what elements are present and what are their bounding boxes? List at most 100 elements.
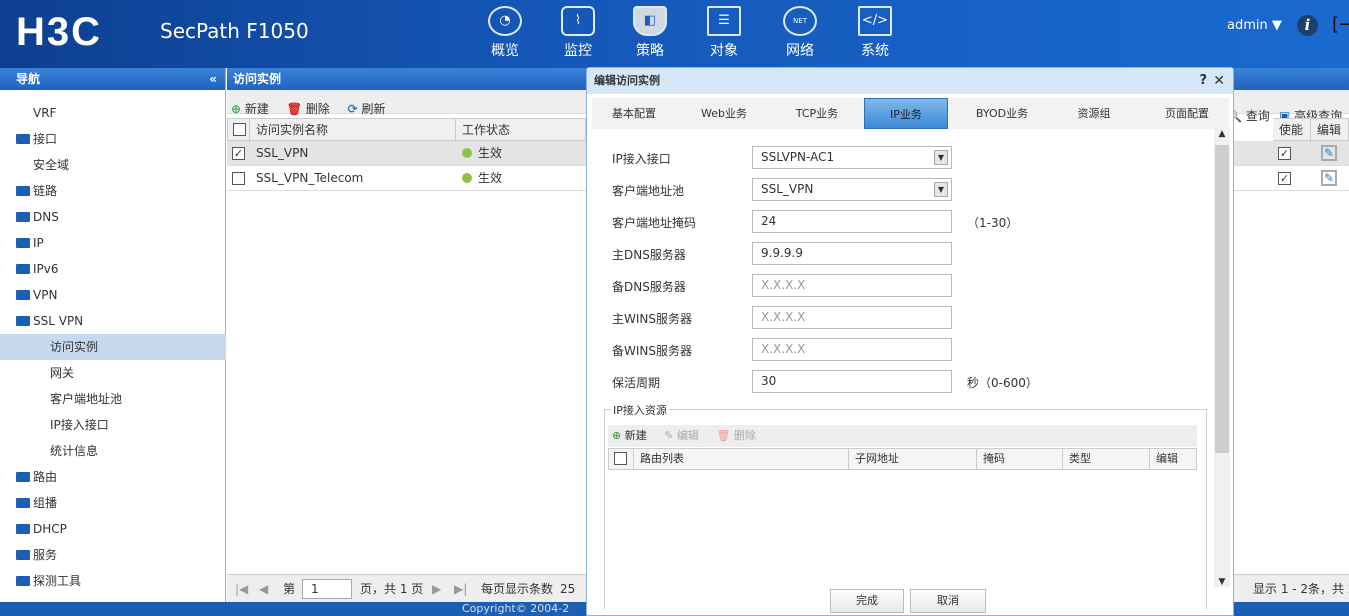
next-page-icon[interactable]: ▶ [432, 575, 441, 603]
label: 刷新 [361, 102, 386, 116]
last-page-icon[interactable]: ▶| [454, 575, 467, 603]
nav-item-ipv6[interactable]: IPv6 [0, 256, 226, 282]
tab-tcp[interactable]: TCP业务 [775, 98, 859, 129]
secondary-wins-input[interactable]: X.X.X.X [752, 338, 952, 361]
nav-item-ip[interactable]: IP [0, 230, 226, 256]
tab-basic[interactable]: 基本配置 [592, 98, 676, 129]
per-page-select[interactable]: 25 [560, 575, 575, 603]
resource-new-button[interactable]: ⊕ 新建 [612, 429, 647, 442]
refresh-button[interactable]: ⟳ 刷新 [348, 95, 386, 117]
column-header-status[interactable]: 工作状态 [456, 118, 586, 141]
select-all-checkbox[interactable] [614, 452, 627, 465]
module-network[interactable]: NET 网络 [770, 6, 830, 60]
row-checkbox[interactable] [232, 172, 245, 185]
client-pool-select[interactable]: SSL_VPN ▼ [752, 178, 952, 201]
module-object[interactable]: ☰ 对象 [694, 6, 754, 60]
column-mask: 掩码 [976, 449, 1062, 469]
prev-page-icon[interactable]: ◀ [259, 575, 268, 603]
cancel-button[interactable]: 取消 [910, 589, 986, 613]
plus-icon: ⊕ [231, 102, 242, 116]
top-header: H3C SecPath F1050 ◔ 概览 ⌇ 监控 ◧ 策略 ☰ 对象 NET 网络 … [0, 0, 1349, 68]
help-icon[interactable]: ? [1199, 68, 1207, 94]
dialog-scrollbar[interactable]: ▲ ▼ [1214, 129, 1230, 587]
new-button[interactable]: ⊕ 新建 [231, 95, 269, 117]
field-label: 备DNS服务器 [612, 280, 686, 294]
module-system[interactable]: </> 系统 [845, 6, 905, 60]
field-label: 主WINS服务器 [612, 312, 692, 326]
refresh-icon: ⟳ [347, 102, 358, 116]
nav-item-probe-tools[interactable]: 探测工具 [0, 568, 226, 594]
field-label: 客户端地址池 [612, 184, 685, 198]
label: 新建 [624, 429, 647, 442]
collapse-icon[interactable]: « [209, 68, 217, 90]
module-monitor[interactable]: ⌇ 监控 [548, 6, 608, 60]
tab-ip[interactable]: IP业务 [864, 98, 948, 129]
nav-item-interface[interactable]: 接口 [0, 126, 226, 152]
delete-button[interactable]: 🗑 删除 [287, 95, 330, 117]
scroll-down-icon[interactable]: ▼ [1214, 577, 1230, 587]
nav-item-ip-access-interface[interactable]: IP接入接口 [0, 412, 226, 438]
tab-page-config[interactable]: 页面配置 [1145, 98, 1229, 129]
module-overview[interactable]: ◔ 概览 [475, 6, 535, 60]
module-label: 对象 [710, 43, 738, 59]
done-button[interactable]: 完成 [830, 589, 904, 613]
tab-byod[interactable]: BYOD业务 [960, 98, 1044, 129]
nav-item-vpn[interactable]: VPN [0, 282, 226, 308]
nav-item-dns[interactable]: DNS [0, 204, 226, 230]
edit-icon[interactable]: ✎ [1321, 170, 1337, 186]
nav-item-routing[interactable]: 路由 [0, 464, 226, 490]
enable-checkbox[interactable]: ✓ [1278, 147, 1291, 160]
resource-delete-button[interactable]: 🗑 删除 [716, 429, 755, 442]
page-input[interactable]: 1 [302, 579, 352, 599]
nav-item-client-pool[interactable]: 客户端地址池 [0, 386, 226, 412]
nav-item-ssl-vpn[interactable]: SSL VPN [0, 308, 226, 334]
nav-item-access-instance[interactable]: 访问实例 [0, 334, 226, 360]
client-mask-input[interactable]: 24 [752, 210, 952, 233]
trash-icon: 🗑 [716, 429, 731, 442]
nav-item-vrf[interactable]: VRF [0, 100, 226, 126]
enable-checkbox[interactable]: ✓ [1278, 172, 1291, 185]
edit-icon[interactable]: ✎ [1321, 145, 1337, 161]
code-icon: </> [858, 6, 892, 36]
info-icon[interactable]: i [1297, 15, 1318, 36]
user-menu[interactable]: admin ▼ [1227, 18, 1282, 33]
nav-item-gateway[interactable]: 网关 [0, 360, 226, 386]
nav-item-link[interactable]: 链路 [0, 178, 226, 204]
nav-item-dhcp[interactable]: DHCP [0, 516, 226, 542]
select-value: SSL_VPN [761, 182, 814, 196]
tab-resource-group[interactable]: 资源组 [1052, 98, 1136, 129]
resource-edit-button[interactable]: ✎ 编辑 [664, 429, 699, 442]
copyright: Copyright© 2004-2 [462, 602, 570, 615]
logout-icon[interactable]: [→ [1332, 14, 1349, 35]
secondary-dns-input[interactable]: X.X.X.X [752, 274, 952, 297]
select-all-checkbox[interactable] [233, 123, 246, 136]
nav-item-service[interactable]: 服务 [0, 542, 226, 568]
gauge-icon: ◔ [488, 6, 522, 36]
fieldset-legend: IP接入资源 [611, 402, 669, 418]
close-icon[interactable]: ✕ [1213, 68, 1225, 94]
primary-wins-input[interactable]: X.X.X.X [752, 306, 952, 329]
row-name: SSL_VPN_Telecom [256, 171, 364, 185]
ip-resource-fieldset: IP接入资源 ⊕ 新建 ✎ 编辑 🗑 删除 路由列表 子网地址 掩码 类型 编辑 [604, 402, 1207, 609]
nav-item-multicast[interactable]: 组播 [0, 490, 226, 516]
dialog-tabs: 基本配置 Web业务 TCP业务 IP业务 BYOD业务 资源组 页面配置 [592, 98, 1229, 129]
module-policy[interactable]: ◧ 策略 [620, 6, 680, 60]
product-name: SecPath F1050 [160, 19, 309, 43]
page-prefix: 第 [283, 582, 296, 596]
row-checkbox[interactable]: ✓ [232, 147, 245, 160]
nav-item-statistics[interactable]: 统计信息 [0, 438, 226, 464]
nav-item-security-zone[interactable]: 安全域 [0, 152, 226, 178]
nav-panel: 导航 « VRF 接口 安全域 链路 DNS IP IPv6 VPN SSL VP… [0, 68, 226, 616]
tab-web[interactable]: Web业务 [682, 98, 766, 129]
keepalive-input[interactable]: 30 [752, 370, 952, 393]
ip-access-interface-select[interactable]: SSLVPN-AC1 ▼ [752, 146, 952, 169]
scrollbar-thumb[interactable] [1215, 145, 1229, 453]
pager-summary: 显示 1 - 2条，共 2 条 [1253, 582, 1349, 596]
server-icon: ☰ [707, 6, 741, 36]
first-page-icon[interactable]: |◀ [235, 575, 248, 603]
primary-dns-input[interactable]: 9.9.9.9 [752, 242, 952, 265]
column-header-name[interactable]: 访问实例名称 [250, 118, 456, 141]
mask-hint: （1-30） [967, 216, 1019, 230]
scroll-up-icon[interactable]: ▲ [1214, 129, 1230, 145]
resource-table-header: 路由列表 子网地址 掩码 类型 编辑 [608, 448, 1197, 470]
